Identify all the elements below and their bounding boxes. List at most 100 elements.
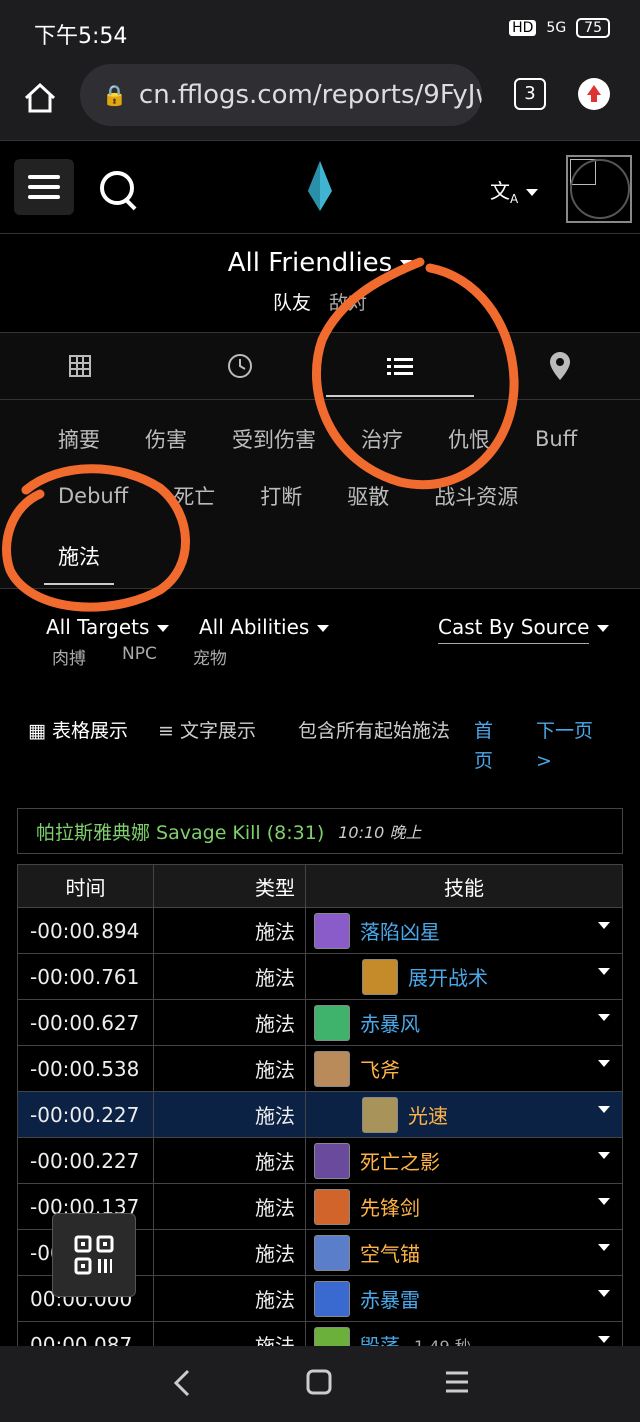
friendlies-dropdown[interactable]: All Friendlies <box>0 248 640 278</box>
include-prepull-toggle[interactable]: 包含所有起始施法 <box>298 716 458 746</box>
event-time: -00:00.627 <box>17 999 154 1046</box>
search-icon[interactable] <box>100 171 134 205</box>
event-type: 施法 <box>153 999 306 1046</box>
fflogs-logo[interactable] <box>306 161 334 211</box>
ability-name[interactable]: 飞斧 <box>360 1054 400 1083</box>
allies-tab[interactable]: 队友 <box>273 292 311 314</box>
source-melee[interactable]: 肉搏 <box>52 644 86 669</box>
row-expand-caret-icon[interactable] <box>598 1152 610 1159</box>
event-type: 施法 <box>153 1275 306 1322</box>
column-type[interactable]: 类型 <box>153 864 306 908</box>
browser-toolbar: 🔒 cn.fflogs.com/reports/9FyJw 3 <box>0 62 640 141</box>
table-row[interactable]: -00:00.627 施法 赤暴风 <box>17 999 623 1046</box>
status-icons: HD 5G 75 <box>509 18 610 38</box>
first-page-link[interactable]: 首页 <box>474 716 510 776</box>
source-pets[interactable]: 宠物 <box>193 644 227 669</box>
category-interrupts[interactable]: 打断 <box>260 481 302 511</box>
column-ability[interactable]: 技能 <box>305 864 623 908</box>
event-ability[interactable]: 飞斧 <box>305 1045 623 1092</box>
ability-icon <box>362 958 398 995</box>
row-expand-caret-icon[interactable] <box>598 1290 610 1297</box>
row-expand-caret-icon[interactable] <box>598 1106 610 1113</box>
ability-name[interactable]: 赤暴雷 <box>360 1284 420 1313</box>
category-deaths[interactable]: 死亡 <box>173 481 215 511</box>
text-view-button[interactable]: ≡ 文字展示 <box>158 716 258 746</box>
status-bar: 下午5:54 HD 5G 75 <box>0 0 640 62</box>
abilities-dropdown[interactable]: All Abilities <box>199 615 330 639</box>
avatar[interactable] <box>566 155 632 223</box>
category-dispels[interactable]: 驱散 <box>347 481 389 511</box>
category-threat[interactable]: 仇恨 <box>448 424 490 454</box>
tab-events[interactable] <box>320 333 480 399</box>
row-expand-caret-icon[interactable] <box>598 1060 610 1067</box>
menu-button[interactable] <box>14 159 74 215</box>
category-resources[interactable]: 战斗资源 <box>434 481 518 511</box>
category-damage-taken[interactable]: 受到伤害 <box>232 424 316 454</box>
row-expand-caret-icon[interactable] <box>598 922 610 929</box>
row-expand-caret-icon[interactable] <box>598 968 610 975</box>
table-row[interactable]: -00:00.227 施法 光速 <box>17 1091 623 1138</box>
table-view-button[interactable]: ▦ 表格展示 <box>28 716 128 746</box>
category-damage[interactable]: 伤害 <box>145 424 187 454</box>
url-text: cn.fflogs.com/reports/9FyJw <box>138 80 482 110</box>
category-healing[interactable]: 治疗 <box>361 424 403 454</box>
table-row[interactable]: -00:00.538 施法 飞斧 <box>17 1045 623 1092</box>
cast-by-dropdown[interactable]: Cast By Source <box>438 615 610 644</box>
ability-name[interactable]: 展开战术 <box>408 962 488 991</box>
ability-name[interactable]: 落陷凶星 <box>360 916 440 945</box>
targets-dropdown[interactable]: All Targets <box>46 615 170 639</box>
encounter-header[interactable]: 帕拉斯雅典娜 Savage Kill (8:31) 10:10 晚上 <box>17 808 623 854</box>
ability-name[interactable]: 死亡之影 <box>360 1146 440 1175</box>
home-nav-icon[interactable] <box>306 1368 332 1396</box>
url-bar[interactable]: 🔒 cn.fflogs.com/reports/9FyJw <box>80 64 482 126</box>
event-ability[interactable]: 先锋剑 <box>305 1183 623 1230</box>
map-pin-icon <box>550 352 570 380</box>
update-icon[interactable] <box>578 78 610 110</box>
row-expand-caret-icon[interactable] <box>598 1336 610 1343</box>
home-icon[interactable] <box>22 80 58 116</box>
tab-summary[interactable] <box>0 333 160 399</box>
category-summary[interactable]: 摘要 <box>58 424 100 454</box>
ability-icon <box>314 912 350 949</box>
event-ability[interactable]: 赤暴风 <box>305 999 623 1046</box>
ability-name[interactable]: 光速 <box>408 1100 448 1129</box>
source-npc[interactable]: NPC <box>122 644 157 669</box>
table-row[interactable]: -00:00.894 施法 落陷凶星 <box>17 907 623 954</box>
row-expand-caret-icon[interactable] <box>598 1198 610 1205</box>
friendly-selector: All Friendlies 队友 敌对 <box>0 234 640 332</box>
category-debuffs[interactable]: Debuff <box>58 484 128 508</box>
event-ability[interactable]: 落陷凶星 <box>305 907 623 954</box>
ability-icon <box>314 1188 350 1225</box>
event-ability[interactable]: 赤暴雷 <box>305 1275 623 1322</box>
column-time[interactable]: 时间 <box>17 864 154 908</box>
table-row[interactable]: -00:00.227 施法 死亡之影 <box>17 1137 623 1184</box>
category-casts[interactable]: 施法 <box>44 541 114 585</box>
event-type: 施法 <box>153 1229 306 1276</box>
event-type: 施法 <box>153 1183 306 1230</box>
next-page-link[interactable]: 下一页 > <box>536 716 606 776</box>
event-ability[interactable]: 死亡之影 <box>305 1137 623 1184</box>
enemies-tab[interactable]: 敌对 <box>329 292 367 314</box>
tab-switcher-button[interactable]: 3 <box>514 78 546 110</box>
table-icon: ▦ <box>28 720 46 742</box>
ability-name[interactable]: 空气锚 <box>360 1238 420 1267</box>
ability-name[interactable]: 先锋剑 <box>360 1192 420 1221</box>
hd-icon: HD <box>509 20 537 36</box>
recents-icon[interactable] <box>444 1368 470 1396</box>
row-expand-caret-icon[interactable] <box>598 1014 610 1021</box>
encounter-time: 10:10 晚上 <box>338 823 422 842</box>
qr-code-button[interactable] <box>52 1213 136 1297</box>
tab-replay[interactable] <box>480 333 640 399</box>
event-ability[interactable]: 展开战术 <box>305 953 623 1000</box>
event-ability[interactable]: 空气锚 <box>305 1229 623 1276</box>
table-row[interactable]: -00:00.761 施法 展开战术 <box>17 953 623 1000</box>
ability-name[interactable]: 赤暴风 <box>360 1008 420 1037</box>
event-type: 施法 <box>153 1045 306 1092</box>
event-type: 施法 <box>153 1091 306 1138</box>
category-buffs[interactable]: Buff <box>535 427 577 451</box>
row-expand-caret-icon[interactable] <box>598 1244 610 1251</box>
tab-timeline[interactable] <box>160 333 320 399</box>
language-selector[interactable]: 文A <box>490 175 539 206</box>
back-icon[interactable] <box>172 1368 192 1398</box>
event-ability[interactable]: 光速 <box>305 1091 623 1138</box>
